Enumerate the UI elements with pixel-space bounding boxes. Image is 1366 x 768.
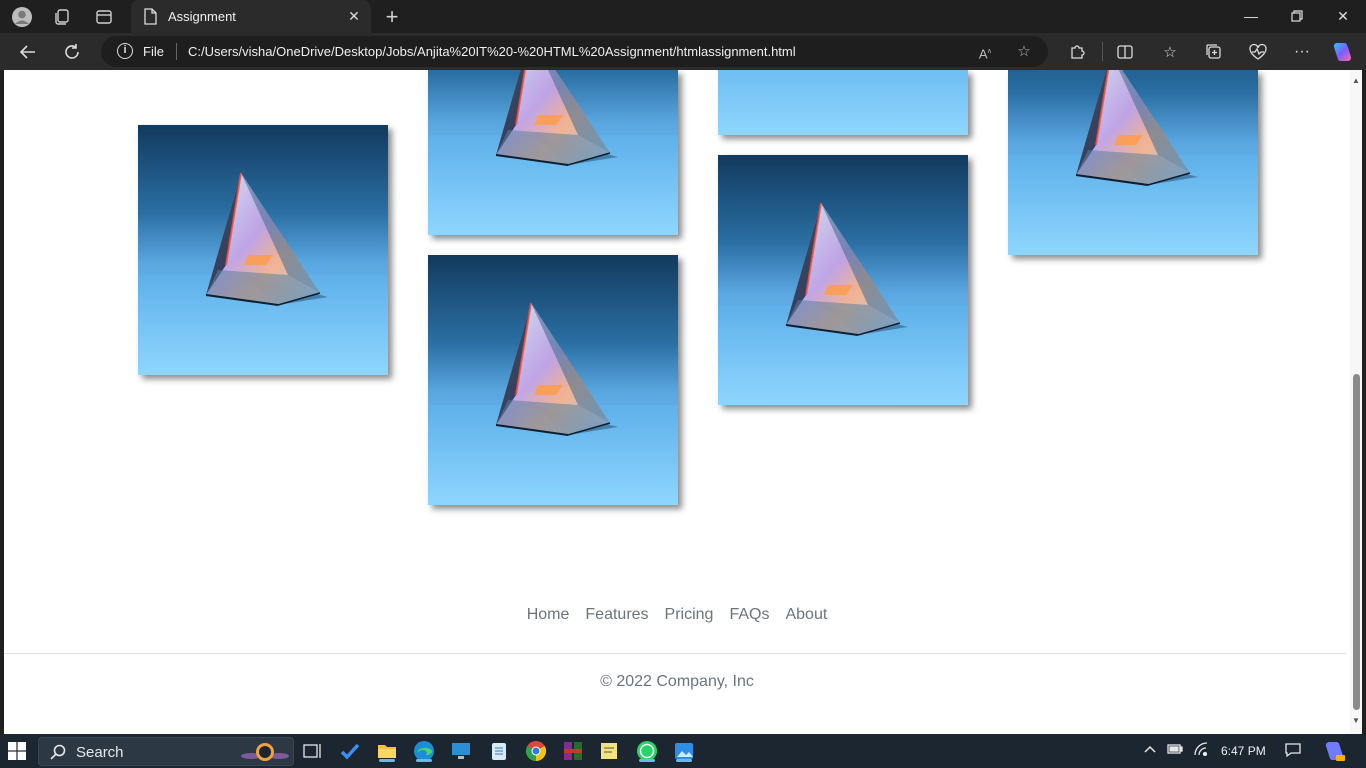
- active-indicator: [676, 759, 692, 762]
- footer-link-faqs[interactable]: FAQs: [729, 606, 769, 624]
- battery-icon[interactable]: [1166, 742, 1184, 759]
- taskbar: Search 6:47 PM: [0, 734, 1366, 768]
- winrar-icon[interactable]: [562, 740, 584, 762]
- copilot-taskbar-icon[interactable]: [1322, 739, 1346, 766]
- extensions-icon[interactable]: [1065, 40, 1089, 64]
- more-options-icon[interactable]: ···: [1290, 40, 1314, 64]
- toolbar: i File C:/Users/visha/OneDrive/Desktop/J…: [0, 33, 1366, 70]
- close-icon[interactable]: ✕: [345, 7, 363, 25]
- split-screen-icon[interactable]: [1113, 40, 1137, 64]
- workspaces-icon[interactable]: [50, 5, 74, 29]
- wifi-icon[interactable]: [1193, 742, 1209, 759]
- scheme-label: File: [143, 44, 164, 59]
- scroll-down-icon[interactable]: ▼: [1352, 716, 1360, 726]
- chrome-icon[interactable]: [525, 740, 547, 762]
- window-close-icon[interactable]: ✕: [1320, 4, 1366, 28]
- title-bar: Assignment ✕ + — ✕: [0, 0, 1366, 33]
- windows-start-icon[interactable]: [8, 742, 26, 760]
- footer-link-features[interactable]: Features: [585, 606, 648, 624]
- performance-icon[interactable]: [1246, 40, 1270, 64]
- restore-icon[interactable]: [1274, 4, 1320, 28]
- divider: [176, 43, 177, 60]
- gallery-image: [138, 125, 388, 375]
- refresh-icon[interactable]: [59, 39, 85, 65]
- back-icon[interactable]: [15, 39, 41, 65]
- footer-link-about[interactable]: About: [785, 606, 827, 624]
- collections-icon[interactable]: [1202, 40, 1226, 64]
- scrollbar[interactable]: ▲ ▼: [1350, 70, 1362, 734]
- show-hidden-icons[interactable]: [1143, 742, 1157, 759]
- active-indicator: [416, 759, 432, 762]
- notifications-icon[interactable]: [1284, 742, 1302, 761]
- footer-nav: Home Features Pricing FAQs About: [4, 606, 1350, 624]
- edge-browser-icon[interactable]: [413, 740, 435, 762]
- url-text[interactable]: C:/Users/visha/OneDrive/Desktop/Jobs/Anj…: [188, 44, 796, 59]
- info-icon[interactable]: i: [117, 43, 133, 59]
- scrollbar-thumb[interactable]: [1353, 374, 1360, 710]
- address-bar[interactable]: i File C:/Users/visha/OneDrive/Desktop/J…: [101, 36, 1048, 67]
- tab-actions-icon[interactable]: [92, 5, 116, 29]
- search-highlight-icon: [237, 740, 291, 768]
- notepad-icon[interactable]: [488, 740, 510, 762]
- new-tab-icon[interactable]: +: [380, 4, 404, 29]
- taskbar-search[interactable]: Search: [38, 737, 294, 766]
- footer-link-pricing[interactable]: Pricing: [665, 606, 714, 624]
- profile-icon[interactable]: [10, 5, 34, 29]
- remote-desktop-icon[interactable]: [450, 740, 472, 762]
- gallery-image: [718, 70, 968, 135]
- scroll-up-icon[interactable]: ▲: [1352, 76, 1360, 86]
- gallery-image: [428, 70, 678, 235]
- todo-app-icon[interactable]: [339, 740, 361, 762]
- tab-title: Assignment: [168, 9, 236, 24]
- footer-link-home[interactable]: Home: [527, 606, 570, 624]
- gallery-image: [428, 255, 678, 505]
- whatsapp-icon[interactable]: [636, 740, 658, 762]
- file-explorer-icon[interactable]: [376, 740, 398, 762]
- search-icon: [50, 744, 66, 765]
- favorite-star-icon[interactable]: ☆: [1014, 42, 1034, 62]
- gallery-image: [1008, 70, 1258, 255]
- favorites-icon[interactable]: ☆: [1158, 40, 1182, 64]
- search-label: Search: [76, 744, 124, 761]
- toolbar-divider: [1102, 42, 1103, 61]
- task-view-icon[interactable]: [301, 740, 323, 762]
- minimize-icon[interactable]: —: [1228, 4, 1274, 28]
- sticky-notes-icon[interactable]: [598, 740, 620, 762]
- gallery-image: [718, 155, 968, 405]
- clock-time[interactable]: 6:47 PM: [1221, 744, 1266, 758]
- footer-divider: [4, 653, 1346, 654]
- photos-icon[interactable]: [673, 740, 695, 762]
- active-indicator: [379, 759, 395, 762]
- copyright-text: © 2022 Company, Inc: [600, 673, 754, 690]
- copilot-icon[interactable]: [1330, 40, 1354, 64]
- page-icon: [143, 8, 157, 30]
- read-aloud-icon[interactable]: Aʌ: [975, 42, 995, 62]
- page-viewport: Home Features Pricing FAQs About © 2022 …: [4, 70, 1362, 734]
- active-indicator: [639, 759, 655, 762]
- tab-assignment[interactable]: Assignment ✕: [131, 0, 371, 33]
